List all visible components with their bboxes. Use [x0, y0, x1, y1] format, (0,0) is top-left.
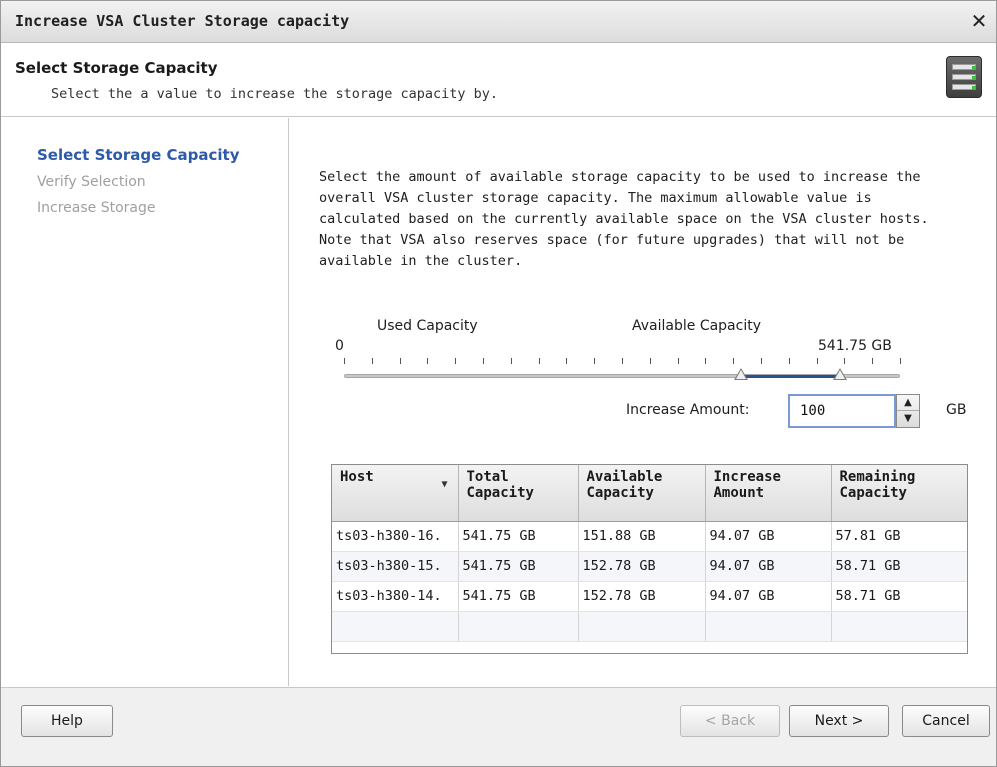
slider-tick [678, 358, 679, 364]
slider-tick [344, 358, 345, 364]
slider-tick [789, 358, 790, 364]
slider-tick [705, 358, 706, 364]
slider-tick [594, 358, 595, 364]
empty-cell [458, 611, 579, 642]
sort-down-icon[interactable]: ▼ [441, 479, 447, 490]
back-button[interactable]: < Back [680, 705, 780, 737]
slider-min-label: 0 [335, 338, 344, 354]
slider-tick [483, 358, 484, 364]
empty-cell [578, 611, 706, 642]
slider-tick [844, 358, 845, 364]
table-row[interactable]: ts03-h380-14. 541.75 GB 152.78 GB 94.07 … [332, 581, 967, 612]
slider-tick [622, 358, 623, 364]
table-row-empty [332, 611, 967, 642]
cancel-button[interactable]: Cancel [902, 705, 990, 737]
slider-tick [761, 358, 762, 364]
column-header-available-capacity[interactable]: Available Capacity [578, 465, 706, 522]
stepper-up-icon[interactable]: ▲ [897, 395, 919, 411]
table-row[interactable]: ts03-h380-15. 541.75 GB 152.78 GB 94.07 … [332, 551, 967, 582]
slider-tick [872, 358, 873, 364]
slider-tick [511, 358, 512, 364]
slider-tick [650, 358, 651, 364]
stepper-down-icon[interactable]: ▼ [897, 411, 919, 427]
slider-max-label: 541.75 GB [818, 338, 892, 354]
cell-host: ts03-h380-16. [332, 521, 459, 552]
next-button[interactable]: Next > [789, 705, 889, 737]
increase-amount-input[interactable]: 100 [788, 394, 896, 428]
cell-increase-amount: 94.07 GB [705, 581, 832, 612]
description-text: Select the amount of available storage c… [319, 169, 929, 269]
empty-cell [831, 611, 967, 642]
wizard-steps: Select Storage Capacity Verify Selection… [1, 118, 289, 686]
cell-remaining-capacity: 58.71 GB [831, 581, 967, 612]
server-icon [946, 56, 982, 98]
cell-remaining-capacity: 57.81 GB [831, 521, 967, 552]
cell-total-capacity: 541.75 GB [458, 551, 579, 582]
cell-available-capacity: 152.78 GB [578, 581, 706, 612]
slider-tick [455, 358, 456, 364]
slider-tick [733, 358, 734, 364]
close-icon[interactable]: ✕ [968, 9, 990, 33]
increase-amount-label: Increase Amount: [626, 402, 750, 418]
used-capacity-label: Used Capacity [377, 318, 478, 334]
cell-total-capacity: 541.75 GB [458, 581, 579, 612]
increase-amount-unit: GB [946, 402, 967, 418]
slider-thumb-end[interactable] [833, 368, 847, 380]
empty-cell [332, 611, 459, 642]
step-verify-selection: Verify Selection [37, 174, 146, 190]
cell-available-capacity: 152.78 GB [578, 551, 706, 582]
column-header-increase-amount[interactable]: Increase Amount [705, 465, 832, 522]
cell-total-capacity: 541.75 GB [458, 521, 579, 552]
slider-tick [539, 358, 540, 364]
main-panel: Select the amount of available storage c… [290, 118, 996, 686]
column-header-host[interactable]: Host ▼ [332, 465, 459, 522]
cell-available-capacity: 151.88 GB [578, 521, 706, 552]
title-bar: Increase VSA Cluster Storage capacity ✕ [1, 1, 996, 43]
slider-selected-range [742, 375, 842, 378]
page-header: Select Storage Capacity Select the a val… [1, 44, 996, 117]
available-capacity-label: Available Capacity [632, 318, 762, 334]
table-row[interactable]: ts03-h380-16. 541.75 GB 151.88 GB 94.07 … [332, 521, 967, 552]
cell-increase-amount: 94.07 GB [705, 551, 832, 582]
column-header-label: Host [340, 469, 374, 485]
step-select-storage-capacity[interactable]: Select Storage Capacity [37, 146, 239, 164]
cell-host: ts03-h380-15. [332, 551, 459, 582]
slider-tick [566, 358, 567, 364]
table-header-row: Host ▼ Total Capacity Available Capacity… [332, 465, 967, 522]
step-increase-storage: Increase Storage [37, 200, 156, 216]
page-title: Select Storage Capacity [15, 59, 218, 77]
column-header-remaining-capacity[interactable]: Remaining Capacity [831, 465, 967, 522]
slider-tick [817, 358, 818, 364]
host-capacity-table: Host ▼ Total Capacity Available Capacity… [331, 464, 968, 654]
window-title: Increase VSA Cluster Storage capacity [15, 12, 350, 30]
cell-host: ts03-h380-14. [332, 581, 459, 612]
slider-tick [400, 358, 401, 364]
help-button[interactable]: Help [21, 705, 113, 737]
slider-tick [427, 358, 428, 364]
cell-remaining-capacity: 58.71 GB [831, 551, 967, 582]
slider-thumb-start[interactable] [734, 368, 748, 380]
cell-increase-amount: 94.07 GB [705, 521, 832, 552]
slider-tick [900, 358, 901, 364]
button-bar: Help < Back Next > Cancel [1, 687, 996, 766]
dialog-window: Increase VSA Cluster Storage capacity ✕ … [0, 0, 997, 767]
increase-amount-stepper[interactable]: ▲ ▼ [896, 394, 920, 428]
empty-cell [705, 611, 832, 642]
slider-tick [372, 358, 373, 364]
column-header-total-capacity[interactable]: Total Capacity [458, 465, 579, 522]
page-subtitle: Select the a value to increase the stora… [51, 86, 499, 102]
